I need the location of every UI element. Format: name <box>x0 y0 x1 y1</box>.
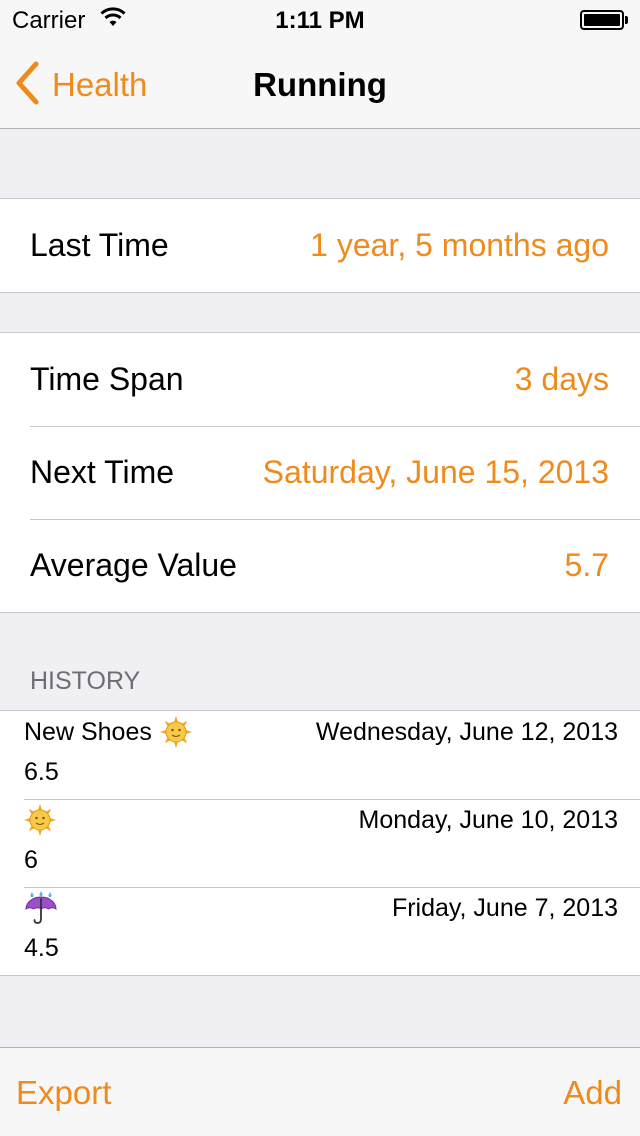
row-value: 5.7 <box>564 547 609 583</box>
add-button[interactable]: Add <box>563 1074 622 1112</box>
sun-icon <box>159 716 192 748</box>
history-date: Friday, June 7, 2013 <box>391 894 618 922</box>
status-bar: Carrier 1:11 PM <box>0 0 640 40</box>
history-list: New Shoes Wednesday, June 12, 2013 6.5 M… <box>0 710 640 976</box>
row-value: 1 year, 5 months ago <box>310 227 609 263</box>
history-date: Wednesday, June 12, 2013 <box>315 718 618 746</box>
history-section-header: HISTORY <box>30 667 141 695</box>
bottom-toolbar: Export Add <box>0 1047 640 1136</box>
summary-group-last-time: Last Time 1 year, 5 months ago <box>0 198 640 293</box>
history-row[interactable]: Monday, June 10, 2013 6 <box>0 799 640 887</box>
history-date: Monday, June 10, 2013 <box>358 806 618 834</box>
row-value: Saturday, June 15, 2013 <box>262 454 609 490</box>
page-title: Running <box>253 66 387 103</box>
history-value: 6.5 <box>24 758 59 786</box>
navigation-bar: Health Running <box>0 40 640 129</box>
row-value: 3 days <box>514 361 609 397</box>
status-time: 1:11 PM <box>275 7 365 34</box>
history-note <box>24 803 56 837</box>
row-last-time: Last Time 1 year, 5 months ago <box>0 199 640 292</box>
row-average-value: Average Value 5.7 <box>0 519 640 612</box>
row-label: Average Value <box>30 547 237 583</box>
sun-icon <box>24 804 56 836</box>
row-label: Time Span <box>30 361 184 397</box>
history-row[interactable]: Friday, June 7, 2013 4.5 <box>0 887 640 975</box>
history-value: 6 <box>24 846 38 874</box>
history-note: New Shoes <box>24 715 192 749</box>
history-note <box>24 891 58 925</box>
battery-icon <box>580 10 628 30</box>
umbrella-icon <box>24 891 58 925</box>
export-button[interactable]: Export <box>16 1074 111 1112</box>
history-row[interactable]: New Shoes Wednesday, June 12, 2013 6.5 <box>0 711 640 799</box>
row-label: Next Time <box>30 454 175 490</box>
history-note-text: New Shoes <box>24 717 152 746</box>
row-time-span: Time Span 3 days <box>0 333 640 426</box>
history-value: 4.5 <box>24 934 59 962</box>
row-next-time: Next Time Saturday, June 15, 2013 <box>0 426 640 519</box>
summary-group-stats: Time Span 3 days Next Time Saturday, Jun… <box>0 332 640 613</box>
row-label: Last Time <box>30 227 169 263</box>
